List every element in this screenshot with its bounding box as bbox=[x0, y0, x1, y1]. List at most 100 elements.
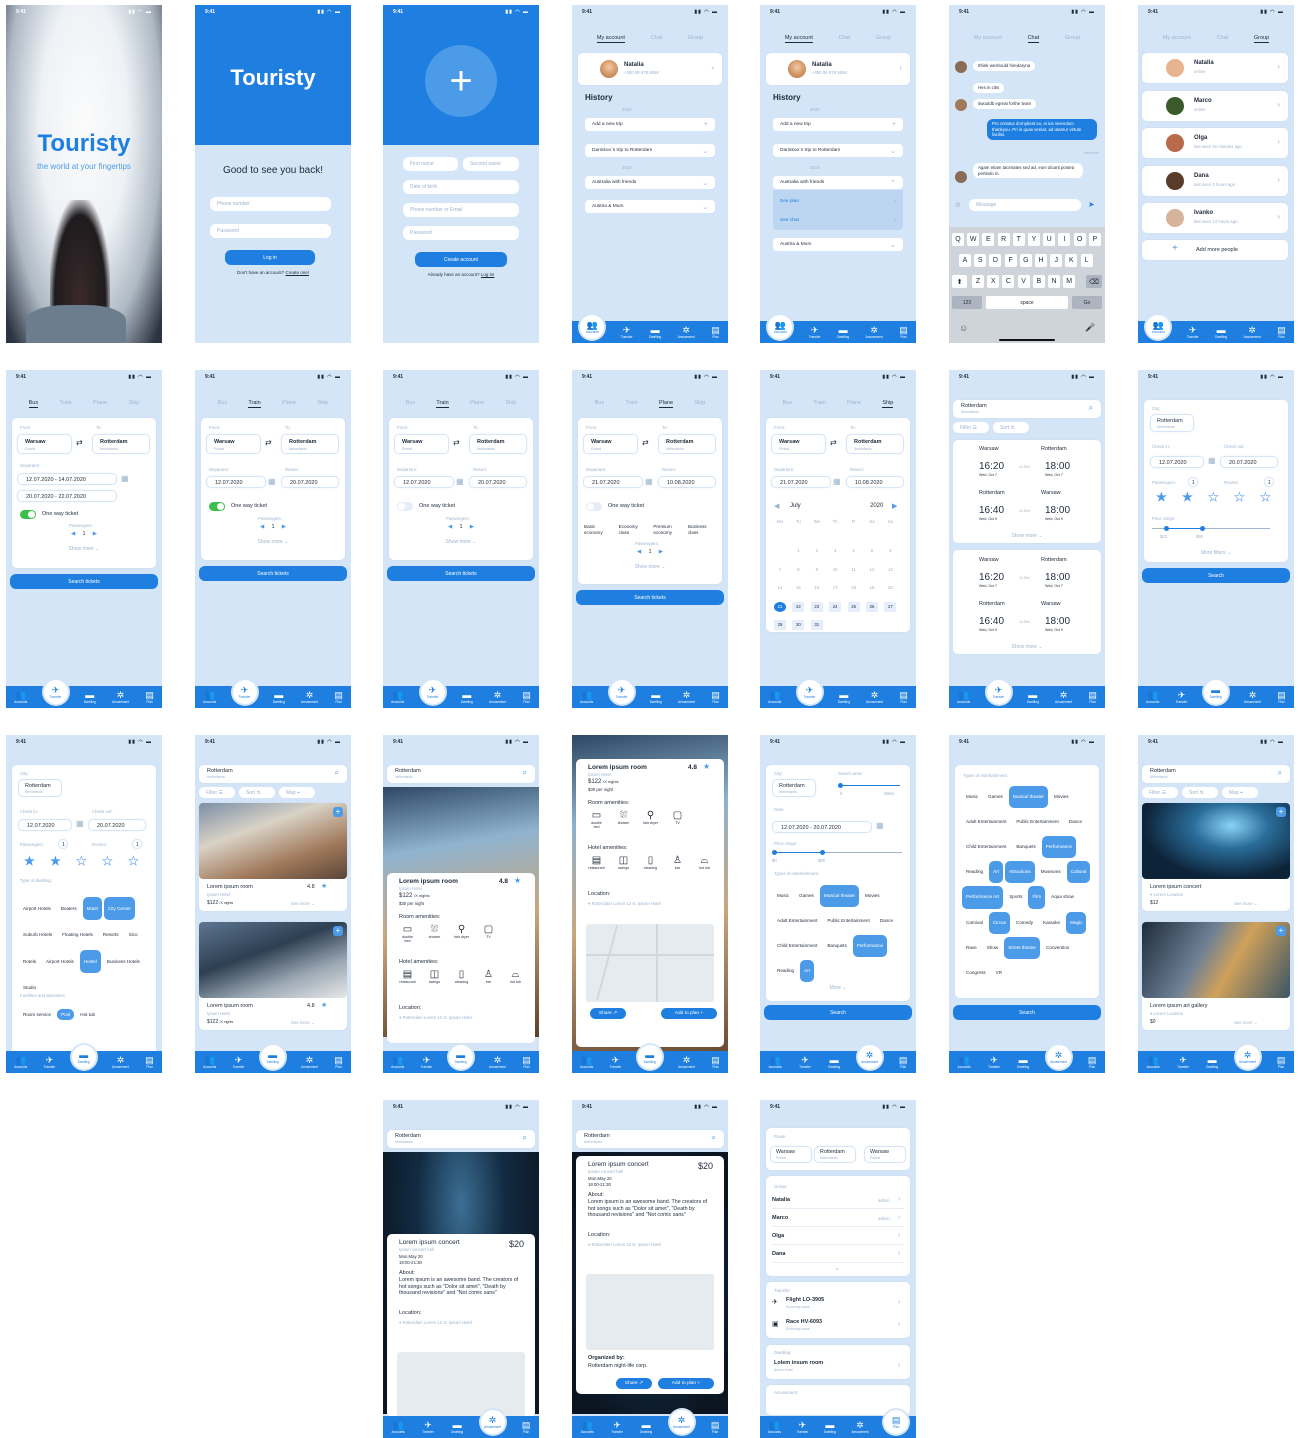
nav-accounts[interactable]: 👥 Accounts bbox=[392, 1420, 405, 1434]
key-i[interactable]: I bbox=[1058, 233, 1071, 246]
entertainment-chip[interactable]: Karaoke bbox=[1039, 911, 1065, 934]
tab-bus[interactable]: Bus bbox=[406, 400, 415, 408]
nav-dwelling[interactable]: ▬ Dwelling bbox=[451, 1420, 463, 1434]
passenger-count[interactable]: 1 bbox=[58, 839, 68, 849]
class-selector[interactable]: Basic economy Economy class Premium econom… bbox=[584, 524, 718, 535]
nav-plan[interactable]: ▤ Plan bbox=[522, 1420, 531, 1434]
nav-accounts[interactable]: 👥 Accounts bbox=[768, 1420, 781, 1434]
calendar-day[interactable]: 24 bbox=[829, 601, 842, 612]
first-name-input[interactable]: First name bbox=[403, 157, 458, 171]
city-search-bar[interactable]: Rotterdam Netherlands ⌕ bbox=[387, 765, 535, 783]
calendar-day[interactable]: 29 bbox=[774, 620, 786, 630]
dwelling-type-chip[interactable]: Airport Hotels bbox=[42, 949, 78, 973]
see-more-link[interactable]: See more ⌄ bbox=[291, 901, 314, 907]
see-more-link[interactable]: See more ⌄ bbox=[1234, 901, 1257, 907]
calendar-icon[interactable]: ▦ bbox=[833, 477, 841, 486]
calendar-day[interactable]: 30 bbox=[792, 620, 805, 630]
nav-plan[interactable]: ▤ Plan bbox=[884, 1410, 909, 1434]
see-more-link[interactable]: See more ⌄ bbox=[291, 1020, 314, 1026]
tab-train[interactable]: Train bbox=[436, 400, 449, 408]
group-member-row[interactable]: Olga › bbox=[772, 1230, 904, 1245]
nav-amusement[interactable]: ✲ Amusement bbox=[1244, 325, 1261, 339]
key-h[interactable]: H bbox=[1035, 254, 1047, 267]
search-button[interactable]: Search bbox=[953, 1005, 1101, 1020]
nav-plan[interactable]: ▤ Plan bbox=[711, 690, 720, 704]
trip-row[interactable]: Darinkoo`s trip to Rotterdam ⌄ bbox=[773, 144, 903, 157]
key-u[interactable]: U bbox=[1043, 233, 1056, 246]
nav-dwelling[interactable]: ▬ Dwelling bbox=[640, 1420, 652, 1434]
tab-plane[interactable]: Plane bbox=[847, 400, 861, 408]
next-month-icon[interactable]: ▶ bbox=[892, 502, 897, 510]
second-name-input[interactable]: Second name bbox=[463, 157, 519, 171]
map-button[interactable]: Map ⌖ bbox=[1222, 787, 1258, 798]
nav-dwelling[interactable]: ▬ Dwelling bbox=[1017, 1055, 1029, 1069]
entertainment-chip[interactable]: Public Entertainment bbox=[1012, 810, 1063, 833]
city-search-bar[interactable]: Rotterdam Netherlands ⌕ bbox=[953, 400, 1101, 418]
dob-input[interactable]: Date of birth bbox=[403, 180, 519, 194]
nav-accounts[interactable]: 👥 Accounts bbox=[14, 1055, 27, 1069]
entertainment-chip[interactable]: VR bbox=[991, 961, 1007, 985]
tab-bus[interactable]: Bus bbox=[218, 400, 227, 408]
tab-bus[interactable]: Bus bbox=[28, 400, 39, 408]
nav-dwelling[interactable]: ▬ Dwelling bbox=[650, 690, 662, 704]
calendar-day[interactable]: 16 bbox=[811, 583, 823, 593]
entertainment-chip[interactable]: Street theater bbox=[1004, 936, 1041, 959]
tab-bus[interactable]: Bus bbox=[783, 400, 792, 408]
swap-icon[interactable]: ⇄ bbox=[76, 438, 83, 447]
entertainment-chip[interactable]: Show bbox=[982, 936, 1003, 959]
show-more-button[interactable]: Show more ⌄ bbox=[572, 564, 728, 570]
nav-amusement[interactable]: ✲ Amusement bbox=[678, 325, 695, 339]
nav-plan[interactable]: ▤ Plan bbox=[334, 1055, 343, 1069]
key-e[interactable]: E bbox=[982, 233, 995, 246]
to-field[interactable]: Rotterdam Netherlands bbox=[92, 434, 150, 454]
nav-amusement[interactable]: ✲ Amusement bbox=[480, 1410, 505, 1434]
chevron-down-icon[interactable]: ⌄ bbox=[834, 1264, 840, 1272]
create-account-button[interactable]: Create account bbox=[415, 252, 507, 267]
phone-input[interactable]: Phone number bbox=[210, 197, 331, 211]
group-member-row[interactable]: Ivanko last seen 13 hours ago › bbox=[1142, 203, 1288, 233]
entertainment-chip[interactable]: Dance bbox=[1064, 810, 1087, 833]
calendar-day[interactable]: 23 bbox=[810, 601, 823, 612]
calendar-day[interactable]: 14 bbox=[774, 583, 786, 593]
nav-transfer[interactable]: ✈ Transfer bbox=[1177, 1055, 1189, 1069]
nav-accounts[interactable]: 👥 Accounts bbox=[957, 690, 970, 704]
tab-my-account[interactable]: My account bbox=[974, 35, 1002, 43]
class-option[interactable]: Basic economy bbox=[584, 524, 614, 535]
see-more-link[interactable]: See more ⌄ bbox=[1234, 1020, 1257, 1026]
calendar-day[interactable]: 8 bbox=[792, 565, 804, 575]
event-card[interactable]: + Lorem ipsum concert ⌖ Lorem Location $… bbox=[1142, 803, 1290, 911]
nav-amusement[interactable]: ✲ Amusement bbox=[301, 1055, 318, 1069]
nav-transfer[interactable]: ✈ Transfer bbox=[1187, 325, 1199, 339]
calendar-day[interactable]: 1 bbox=[792, 546, 804, 556]
nav-plan[interactable]: ▤ Plan bbox=[1277, 1055, 1286, 1069]
nav-dwelling[interactable]: ▬ Dwelling bbox=[824, 1420, 836, 1434]
check-in-field[interactable]: 12.07.2020 bbox=[18, 819, 72, 831]
to-field[interactable]: Rotterdam Netherlands bbox=[469, 434, 527, 454]
star-icon[interactable]: ★ bbox=[50, 854, 61, 869]
dwelling-type-chip[interactable]: Hostel bbox=[79, 949, 101, 973]
star-icon[interactable]: ★ bbox=[1208, 490, 1219, 505]
nav-amusement[interactable]: ✲ Amusement bbox=[866, 325, 883, 339]
group-member-row[interactable]: Olga last seen 25 minutes ago › bbox=[1142, 128, 1288, 158]
entertainment-chip[interactable]: Musical theater bbox=[1008, 785, 1048, 808]
group-member-row[interactable]: Marco admin › bbox=[772, 1212, 904, 1227]
nav-transfer[interactable]: ✈ Transfer bbox=[420, 680, 445, 704]
tab-ship[interactable]: Ship bbox=[317, 400, 328, 408]
sort-button[interactable]: Sort ⇅ bbox=[993, 422, 1029, 433]
star-icon[interactable]: ★ bbox=[128, 854, 139, 869]
nav-amusement[interactable]: ✲ Amusement bbox=[112, 690, 129, 704]
share-button[interactable]: Share ↗ bbox=[590, 1008, 626, 1019]
city-search-bar[interactable]: Rotterdam Netherlands ⌕ bbox=[199, 765, 347, 783]
nav-dwelling[interactable]: ▬ Dwelling bbox=[71, 1045, 96, 1069]
entertainment-chip[interactable]: Banquets bbox=[823, 934, 851, 958]
message-input[interactable]: Message bbox=[969, 199, 1081, 211]
departure-field[interactable]: 21.07.2020 bbox=[583, 476, 643, 488]
nav-transfer[interactable]: ✈ Transfer bbox=[232, 680, 257, 704]
passenger-count[interactable]: 1 bbox=[1188, 477, 1198, 487]
profile-card[interactable]: Natalia +380 98 678 9558 › bbox=[766, 53, 910, 85]
sort-button[interactable]: Sort ⇅ bbox=[239, 787, 275, 798]
swap-icon[interactable]: ⇄ bbox=[642, 438, 649, 447]
nav-amusement[interactable]: ✲ Amusement bbox=[852, 1420, 869, 1434]
key-r[interactable]: R bbox=[997, 233, 1010, 246]
nav-transfer[interactable]: ✈ Transfer bbox=[609, 680, 634, 704]
